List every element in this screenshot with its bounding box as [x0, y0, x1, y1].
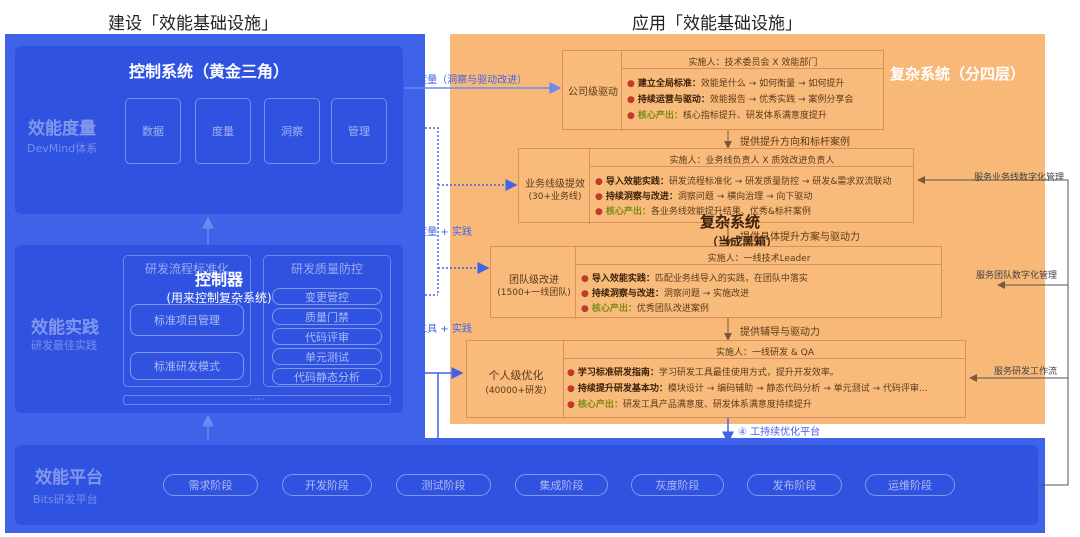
layer-business-impl: 实施人：业务线负责人 X 质效改进负责人 — [669, 156, 835, 166]
layer-team-b1-key: 导入效能实践： — [591, 274, 655, 284]
layer-team: 实施人：一线技术Leader 团队级改进 (1500+一线团队) ● 导入效能实践… — [490, 246, 942, 319]
complex-title: 复杂系统（分四层） — [890, 65, 1026, 83]
layer-business-name: 业务线级提效 — [525, 179, 585, 190]
layer-personal-b2-key: 持续提升研发基本功： — [577, 384, 668, 394]
layer-company-b2-key: 持续运营与驱动： — [637, 95, 710, 105]
layer-personal-b2-val: 模块设计 → 编码辅助 → 静态代码分析 → 单元测试 → 代码评审… — [667, 384, 928, 394]
layer-company-b2-val: 效能报告 → 优秀实践 → 案例分享会 — [709, 95, 854, 105]
flow-3: 提供辅导与驱动力 — [740, 327, 820, 338]
layer-team-b2-val: 洞察问题 → 实施改进 — [663, 289, 750, 299]
arrow-label-2: ② 效能实践量化 — [223, 228, 296, 239]
layer-company-b3-key: 核心产出： — [637, 111, 683, 121]
layer-personal-impl: 实施人：一线研发 & QA — [716, 348, 814, 358]
layer-business-b2-val: 洞察问题 → 横向治理 → 向下驱动 — [677, 192, 813, 202]
layer-team-sub: (1500+一线团队) — [497, 288, 571, 298]
layer-company-b1-key: 建立全局标准： — [637, 79, 701, 89]
layer-personal-b1-val: 学习研发工具最佳使用方式，提升开发效率。 — [658, 368, 839, 378]
layer-business-b1-key: 导入效能实践： — [605, 177, 669, 187]
flow-2: 提供具体提升方案与驱动力 — [740, 232, 860, 243]
layer-team-b3-val: 优秀团队改进案例 — [636, 304, 709, 314]
layer-personal-b3-key: 核心产出： — [577, 400, 623, 410]
layer-team-name: 团队级改进 — [509, 275, 559, 286]
side-label-2: 服务团队数字化管理 — [976, 271, 1058, 281]
layer-personal: 实施人：一线研发 & QA 个人级优化 (40000+研发) ● 学习标准研发指南… — [466, 340, 966, 419]
layer-company-name: 公司级驱动 — [568, 87, 618, 98]
arrow-label-1: ① 平台能力「解决方案化」 — [223, 426, 346, 437]
layer-business-b1-val: 研发流程标准化 → 研发质量防控 → 研发&需求双流联动 — [668, 177, 892, 187]
arrow-label-4: ④ 工持续优化平台 — [738, 427, 821, 438]
layer-personal-b3-val: 研发工具产品满意度、研发体系满意度持续提升 — [622, 400, 812, 410]
layer-team-b2-key: 持续洞察与改进： — [591, 289, 664, 299]
layer-company-b3-val: 核心指标提升、研发体系满意度提升 — [682, 111, 827, 121]
arrow-label-3-mid: ③ 度量 + 实践 — [405, 227, 472, 238]
layer-team-b3-key: 核心产出： — [591, 304, 637, 314]
layer-team-impl: 实施人：一线技术Leader — [707, 254, 811, 264]
layer-personal-sub: (40000+研发) — [485, 386, 547, 396]
layer-personal-b1-key: 学习标准研发指南： — [577, 368, 659, 378]
layer-team-b1-val: 匹配业务线导入的实践，在团队中落实 — [654, 274, 808, 284]
layer-personal-name: 个人级优化 — [488, 369, 544, 382]
layer-business-b2-key: 持续洞察与改进： — [605, 192, 678, 202]
side-label-1: 服务业务线数字化管理 — [974, 173, 1065, 183]
flow-1: 提供提升方向和标杆案例 — [740, 137, 850, 148]
arrow-label-3-low: ③ 工具 + 实践 — [405, 324, 472, 335]
layer-business-sub: (30+业务线) — [528, 192, 582, 202]
layer-business-b3-key: 核心产出： — [605, 207, 651, 217]
arrow-label-3-top: ③ 度量（洞察与驱动改进） — [405, 75, 528, 86]
side-label-3: 服务研发工作流 — [994, 367, 1058, 377]
layer-company-impl: 实施人：技术委员会 X 效能部门 — [688, 58, 818, 68]
layer-company: 实施人：技术委员会 X 效能部门 公司级驱动 ● 建立全局标准：效能是什么 → 如… — [562, 50, 884, 131]
layer-company-b1-val: 效能是什么 → 如何衡量 → 如何提升 — [700, 79, 845, 89]
